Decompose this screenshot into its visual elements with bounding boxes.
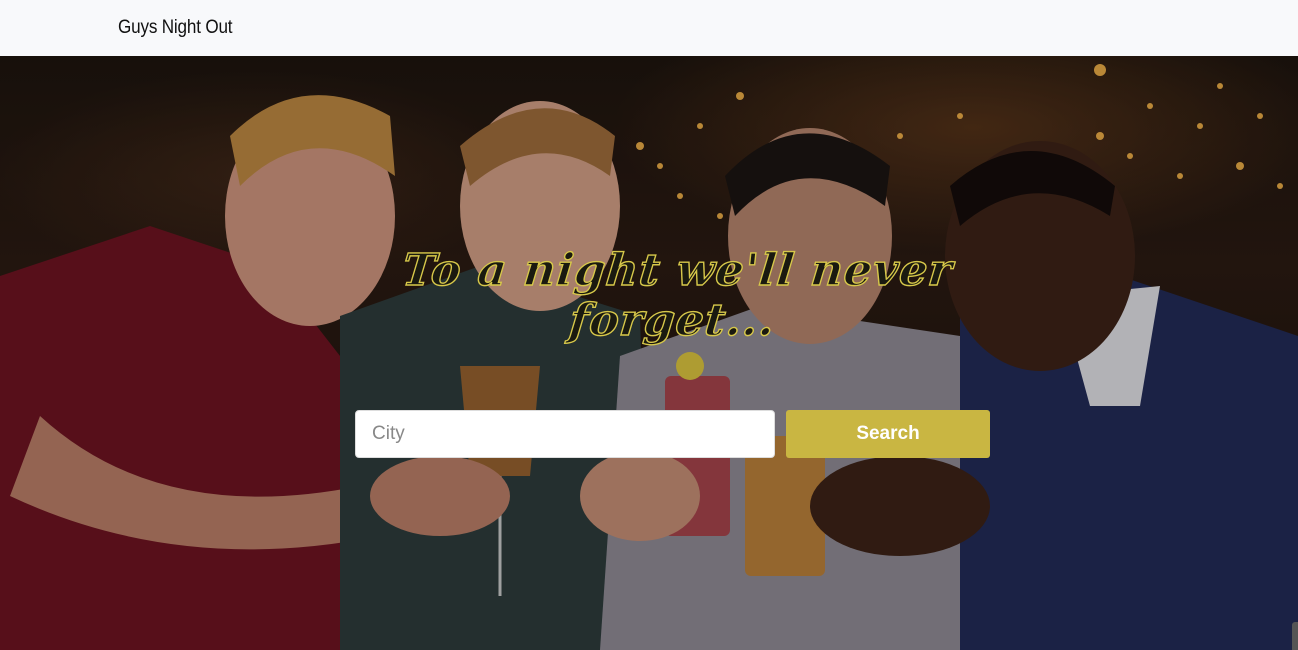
city-search-form: Search xyxy=(355,410,990,458)
hero-section: To a night we'll never forget... Search xyxy=(0,56,1298,650)
top-navbar: Guys Night Out xyxy=(0,0,1298,56)
tagline-line-1: To a night we'll never xyxy=(399,244,956,296)
city-search-input[interactable] xyxy=(355,410,775,458)
hero-tagline: To a night we'll never forget... xyxy=(335,244,1016,346)
tagline-line-2: forget... xyxy=(566,294,778,346)
hero-dark-overlay xyxy=(0,56,1298,650)
search-button[interactable]: Search xyxy=(786,410,990,458)
scrollbar-thumb[interactable] xyxy=(1292,622,1298,650)
brand-link[interactable]: Guys Night Out xyxy=(118,17,233,39)
